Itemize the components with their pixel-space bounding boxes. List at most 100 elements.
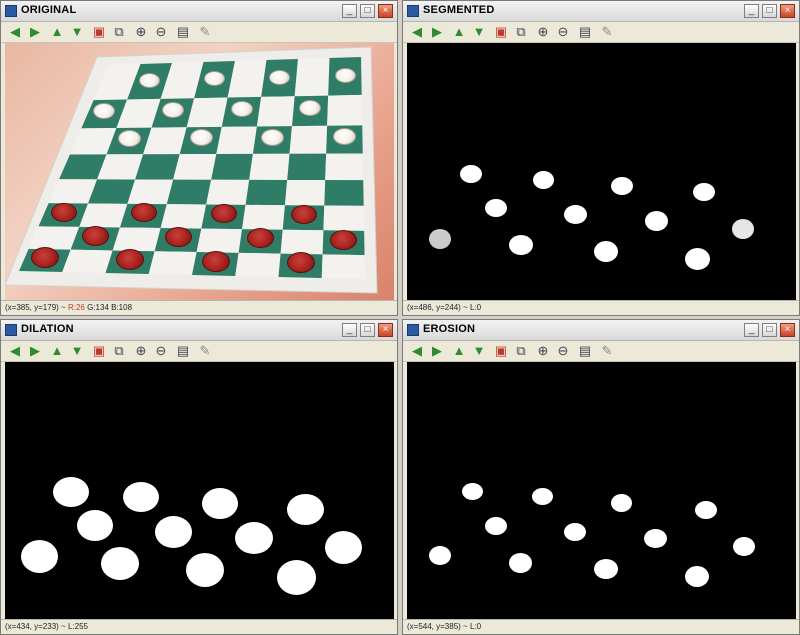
board-square bbox=[196, 228, 243, 253]
zoom-in-icon[interactable]: ⊕ bbox=[535, 343, 551, 359]
save-icon[interactable]: ▤ bbox=[577, 24, 593, 40]
zoom-in-icon[interactable]: ⊕ bbox=[535, 24, 551, 40]
red-checker-piece bbox=[50, 202, 77, 222]
erosion-image-canvas[interactable] bbox=[407, 362, 796, 619]
mask-blob bbox=[685, 566, 709, 587]
mask-blob bbox=[733, 537, 755, 556]
arrow-left-icon[interactable]: ◀ bbox=[409, 343, 425, 359]
window-title: ORIGINAL bbox=[21, 4, 77, 16]
status-coords: (x=385, y=179) ~ bbox=[5, 303, 66, 312]
close-button[interactable]: × bbox=[378, 4, 393, 18]
original-image-canvas[interactable] bbox=[5, 43, 394, 300]
maximize-button[interactable]: □ bbox=[762, 4, 777, 18]
original-titlebar[interactable]: ORIGINAL _ □ × bbox=[1, 1, 397, 22]
mask-blob bbox=[509, 553, 532, 573]
white-checker-piece bbox=[334, 67, 356, 83]
mask-blob bbox=[287, 494, 324, 525]
minimize-button[interactable]: _ bbox=[342, 4, 357, 18]
save-image-icon[interactable]: ▣ bbox=[493, 343, 509, 359]
properties-icon[interactable]: ✎ bbox=[197, 24, 213, 40]
arrow-right-icon[interactable]: ▶ bbox=[27, 24, 43, 40]
mask-blob bbox=[532, 488, 553, 505]
red-checker-piece bbox=[82, 225, 110, 246]
arrow-down-icon[interactable]: ▼ bbox=[471, 343, 487, 359]
arrow-right-icon[interactable]: ▶ bbox=[429, 24, 445, 40]
white-checker-piece bbox=[261, 128, 285, 146]
arrow-down-icon[interactable]: ▼ bbox=[471, 24, 487, 40]
minimize-button[interactable]: _ bbox=[744, 323, 759, 337]
save-image-icon[interactable]: ▣ bbox=[493, 24, 509, 40]
save-icon[interactable]: ▤ bbox=[175, 24, 191, 40]
close-button[interactable]: × bbox=[378, 323, 393, 337]
mask-blob bbox=[695, 501, 717, 519]
close-button[interactable]: × bbox=[780, 323, 795, 337]
mask-blob bbox=[53, 477, 89, 507]
copy-icon[interactable]: ⧉ bbox=[513, 24, 529, 40]
zoom-out-icon[interactable]: ⊖ bbox=[555, 24, 571, 40]
segmented-image-canvas[interactable] bbox=[407, 43, 796, 300]
arrow-up-icon[interactable]: ▲ bbox=[49, 343, 65, 359]
minimize-button[interactable]: _ bbox=[744, 4, 759, 18]
mask-blob bbox=[235, 522, 273, 554]
properties-icon[interactable]: ✎ bbox=[599, 343, 615, 359]
board-square bbox=[256, 96, 295, 127]
arrow-up-icon[interactable]: ▲ bbox=[451, 24, 467, 40]
save-image-icon[interactable]: ▣ bbox=[91, 24, 107, 40]
copy-icon[interactable]: ⧉ bbox=[513, 343, 529, 359]
copy-icon[interactable]: ⧉ bbox=[111, 343, 127, 359]
red-checker-piece bbox=[164, 227, 192, 248]
white-checker-piece bbox=[117, 129, 141, 147]
status-coords: (x=434, y=233) ~ bbox=[5, 622, 66, 631]
arrow-up-icon[interactable]: ▲ bbox=[49, 24, 65, 40]
mask-blob bbox=[123, 482, 159, 512]
board-square bbox=[242, 204, 285, 230]
erosion-titlebar[interactable]: EROSION _ □ × bbox=[403, 320, 799, 341]
arrow-right-icon[interactable]: ▶ bbox=[27, 343, 43, 359]
close-button[interactable]: × bbox=[780, 4, 795, 18]
zoom-in-icon[interactable]: ⊕ bbox=[133, 343, 149, 359]
maximize-button[interactable]: □ bbox=[360, 323, 375, 337]
maximize-button[interactable]: □ bbox=[762, 323, 777, 337]
mask-blob bbox=[429, 229, 451, 249]
arrow-down-icon[interactable]: ▼ bbox=[69, 24, 85, 40]
board-square bbox=[62, 249, 113, 273]
status-bar: (x=385, y=179) ~ R:26 G:134 B:108 bbox=[1, 300, 397, 315]
board-square bbox=[216, 126, 257, 154]
zoom-out-icon[interactable]: ⊖ bbox=[153, 343, 169, 359]
save-icon[interactable]: ▤ bbox=[577, 343, 593, 359]
checkerboard bbox=[5, 46, 378, 294]
minimize-button[interactable]: _ bbox=[342, 323, 357, 337]
image-toolbar: ◀ ▶ ▲ ▼ ▣ ⧉ ⊕ ⊖ ▤ ✎ bbox=[403, 341, 799, 362]
mask-blob bbox=[429, 546, 451, 565]
save-image-icon[interactable]: ▣ bbox=[91, 343, 107, 359]
arrow-left-icon[interactable]: ◀ bbox=[7, 24, 23, 40]
properties-icon[interactable]: ✎ bbox=[599, 24, 615, 40]
properties-icon[interactable]: ✎ bbox=[197, 343, 213, 359]
arrow-left-icon[interactable]: ◀ bbox=[409, 24, 425, 40]
arrow-up-icon[interactable]: ▲ bbox=[451, 343, 467, 359]
dilation-titlebar[interactable]: DILATION _ □ × bbox=[1, 320, 397, 341]
board-square bbox=[325, 153, 364, 181]
board-square bbox=[280, 229, 324, 255]
board-square bbox=[289, 125, 328, 154]
dilation-image-canvas[interactable] bbox=[5, 362, 394, 619]
copy-icon[interactable]: ⧉ bbox=[111, 24, 127, 40]
mask-blob bbox=[485, 199, 507, 217]
app-icon bbox=[407, 5, 419, 17]
save-icon[interactable]: ▤ bbox=[175, 343, 191, 359]
zoom-in-icon[interactable]: ⊕ bbox=[133, 24, 149, 40]
segmented-titlebar[interactable]: SEGMENTED _ □ × bbox=[403, 1, 799, 22]
zoom-out-icon[interactable]: ⊖ bbox=[153, 24, 169, 40]
zoom-out-icon[interactable]: ⊖ bbox=[555, 343, 571, 359]
red-checker-piece bbox=[330, 229, 358, 250]
arrow-left-icon[interactable]: ◀ bbox=[7, 343, 23, 359]
app-icon bbox=[5, 5, 17, 17]
white-checker-piece bbox=[269, 69, 291, 85]
board-square bbox=[235, 252, 281, 277]
maximize-button[interactable]: □ bbox=[360, 4, 375, 18]
status-values: L:0 bbox=[469, 303, 482, 312]
mask-blob bbox=[611, 494, 632, 512]
mask-blob bbox=[693, 183, 715, 201]
arrow-right-icon[interactable]: ▶ bbox=[429, 343, 445, 359]
arrow-down-icon[interactable]: ▼ bbox=[69, 343, 85, 359]
